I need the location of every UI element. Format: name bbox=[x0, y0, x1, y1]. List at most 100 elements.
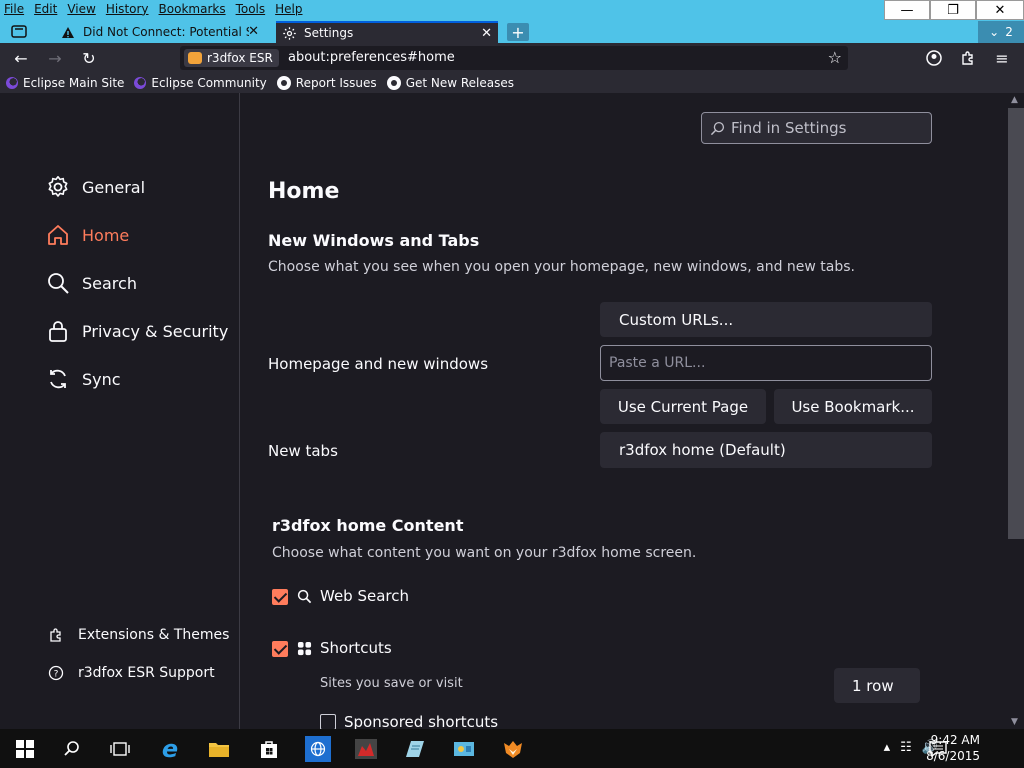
tab-close-icon[interactable]: ✕ bbox=[481, 26, 492, 41]
menu-view[interactable]: View bbox=[67, 2, 95, 16]
category-home[interactable]: Home bbox=[46, 223, 129, 247]
r3dfox-taskbar-icon[interactable] bbox=[500, 736, 526, 762]
back-button[interactable]: ← bbox=[10, 48, 32, 68]
store-taskbar-icon[interactable] bbox=[256, 736, 282, 762]
bookmark-report-issues[interactable]: Report Issues bbox=[276, 76, 377, 90]
bookmark-eclipse-main-site[interactable]: Eclipse Main Site bbox=[6, 76, 124, 90]
start-button[interactable] bbox=[12, 736, 38, 762]
scroll-up-icon[interactable]: ▲ bbox=[1011, 95, 1018, 105]
homepage-select[interactable]: Custom URLs... bbox=[600, 302, 932, 337]
internet-explorer-taskbar-icon[interactable]: e bbox=[157, 735, 183, 763]
tab-label: Did Not Connect: Potential Secu bbox=[83, 25, 249, 39]
category-label: Search bbox=[82, 273, 137, 293]
extensions-themes-link[interactable]: Extensions & Themes bbox=[48, 627, 229, 643]
forward-button[interactable]: → bbox=[44, 48, 66, 68]
red-creature-icon bbox=[355, 739, 377, 759]
find-in-settings-input[interactable]: Find in Settings bbox=[701, 112, 932, 144]
extensions-button[interactable] bbox=[957, 48, 979, 68]
bookmark-get-new-releases[interactable]: Get New Releases bbox=[386, 76, 514, 90]
search-icon bbox=[48, 273, 69, 294]
tab-list-button[interactable]: ⌄ 2 bbox=[978, 21, 1024, 43]
help-icon: ? bbox=[48, 665, 64, 681]
task-view-button[interactable] bbox=[107, 736, 133, 762]
shortcuts-label: Shortcuts bbox=[320, 639, 392, 657]
sponsored-shortcuts-checkbox[interactable] bbox=[320, 714, 336, 729]
globe-app-taskbar-icon[interactable] bbox=[305, 736, 331, 762]
tab-settings[interactable]: Settings ✕ bbox=[276, 21, 498, 43]
search-placeholder: Find in Settings bbox=[731, 119, 847, 137]
tab-close-icon[interactable]: ✕ bbox=[248, 24, 259, 39]
notification-icon bbox=[929, 741, 947, 757]
search-icon bbox=[64, 741, 79, 756]
category-search[interactable]: Search bbox=[46, 271, 137, 295]
network-icon[interactable]: ☷ bbox=[900, 740, 912, 755]
shortcut-rows-select[interactable]: 1 row bbox=[834, 668, 920, 703]
menu-bookmarks[interactable]: Bookmarks bbox=[159, 2, 226, 16]
github-icon bbox=[276, 76, 291, 90]
hamburger-menu-icon: ≡ bbox=[995, 48, 1009, 68]
category-privacy-security[interactable]: Privacy & Security bbox=[46, 319, 228, 343]
tab-overview-button[interactable] bbox=[8, 21, 30, 41]
homepage-url-input[interactable]: Paste a URL... bbox=[600, 345, 932, 381]
menu-file[interactable]: File bbox=[4, 2, 24, 16]
account-button[interactable] bbox=[923, 48, 945, 68]
shortcuts-grid-icon bbox=[297, 641, 312, 655]
close-icon: ✕ bbox=[994, 2, 1006, 18]
scrollbar-thumb[interactable] bbox=[1008, 108, 1024, 539]
app-menu-button[interactable]: ≡ bbox=[991, 48, 1013, 68]
notifications-button[interactable] bbox=[925, 736, 951, 762]
search-icon bbox=[297, 589, 312, 603]
minimize-icon: — bbox=[900, 2, 914, 18]
use-bookmark-button[interactable]: Use Bookmark... bbox=[774, 389, 932, 424]
footer-label: r3dfox ESR Support bbox=[78, 665, 215, 681]
menu-edit[interactable]: Edit bbox=[34, 2, 57, 16]
settings-content: Find in Settings Home New Windows and Ta… bbox=[241, 93, 1007, 729]
minimize-button[interactable]: — bbox=[884, 0, 930, 20]
home-icon bbox=[48, 225, 68, 245]
lock-icon bbox=[49, 321, 67, 342]
shortcuts-description: Sites you save or visit bbox=[320, 676, 463, 691]
shortcuts-checkbox[interactable] bbox=[272, 641, 288, 657]
title-bar: File Edit View History Bookmarks Tools H… bbox=[0, 0, 1024, 20]
red-app-taskbar-icon[interactable] bbox=[353, 736, 379, 762]
use-current-page-button[interactable]: Use Current Page bbox=[600, 389, 766, 424]
notepad-icon bbox=[406, 741, 424, 757]
menu-history[interactable]: History bbox=[106, 2, 149, 16]
bookmark-label: Eclipse Community bbox=[151, 76, 267, 90]
new-tab-button[interactable]: + bbox=[507, 23, 529, 42]
bookmark-eclipse-community[interactable]: Eclipse Community bbox=[134, 76, 267, 90]
url-text[interactable]: about:preferences#home bbox=[288, 50, 455, 65]
tab-did-not-connect[interactable]: Did Not Connect: Potential Secu ✕ bbox=[55, 21, 265, 43]
restore-button[interactable]: ❐ bbox=[930, 0, 976, 20]
category-sync[interactable]: Sync bbox=[46, 367, 121, 391]
github-icon bbox=[386, 76, 401, 90]
taskbar-search-button[interactable] bbox=[59, 736, 85, 762]
homepage-label: Homepage and new windows bbox=[268, 355, 489, 373]
identity-box[interactable]: r3dfox ESR bbox=[184, 49, 279, 67]
gear-icon bbox=[283, 26, 296, 40]
category-label: Home bbox=[82, 225, 130, 245]
scroll-down-icon[interactable]: ▼ bbox=[1011, 717, 1018, 727]
control-panel-taskbar-icon[interactable] bbox=[451, 736, 477, 762]
home-content-description: Choose what content you want on your r3d… bbox=[272, 545, 697, 561]
menu-tools[interactable]: Tools bbox=[236, 2, 266, 16]
menu-help[interactable]: Help bbox=[275, 2, 302, 16]
new-tabs-label: New tabs bbox=[268, 442, 338, 460]
eclipse-icon bbox=[6, 77, 18, 89]
reload-button[interactable]: ↻ bbox=[78, 48, 100, 68]
category-label: General bbox=[82, 177, 146, 197]
tray-overflow-chevron-icon[interactable]: ▴ bbox=[884, 740, 891, 755]
new-tabs-select[interactable]: r3dfox home (Default) bbox=[600, 432, 932, 468]
url-bar[interactable]: r3dfox ESR about:preferences#home ☆ bbox=[180, 46, 848, 70]
category-general[interactable]: General bbox=[46, 175, 145, 199]
bookmark-star-icon[interactable]: ☆ bbox=[828, 48, 842, 67]
support-link[interactable]: ? r3dfox ESR Support bbox=[48, 665, 215, 681]
close-window-button[interactable]: ✕ bbox=[976, 0, 1024, 20]
file-explorer-taskbar-icon[interactable] bbox=[206, 736, 232, 762]
web-search-checkbox[interactable] bbox=[272, 589, 288, 605]
notepad-taskbar-icon[interactable] bbox=[402, 736, 428, 762]
bookmark-label: Report Issues bbox=[295, 76, 377, 90]
new-windows-description: Choose what you see when you open your h… bbox=[268, 259, 856, 275]
page-scrollbar[interactable]: ▲ ▼ bbox=[1008, 93, 1024, 729]
chevron-down-icon: ⌄ bbox=[989, 25, 1000, 39]
